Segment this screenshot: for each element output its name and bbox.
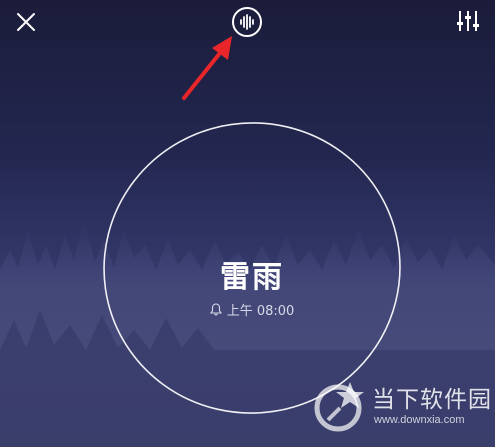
alarm-time: 上午 08:00 bbox=[226, 304, 295, 319]
scene-info: 雷雨 上午 08:00 bbox=[152, 258, 352, 320]
watermark-url: www.downxia.com bbox=[374, 414, 465, 426]
scene-title: 雷雨 bbox=[220, 260, 284, 295]
alarm-time-row[interactable]: 上午 08:00 bbox=[209, 300, 295, 319]
bell-icon bbox=[209, 303, 222, 316]
annotation-arrow bbox=[182, 36, 232, 100]
site-watermark: 当下软件园 www.downxia.com bbox=[310, 376, 492, 442]
watermark-name: 当下软件园 bbox=[372, 387, 492, 413]
close-icon[interactable] bbox=[14, 10, 38, 34]
watermark-logo-icon bbox=[314, 382, 364, 432]
equalizer-settings-icon[interactable] bbox=[455, 8, 481, 34]
